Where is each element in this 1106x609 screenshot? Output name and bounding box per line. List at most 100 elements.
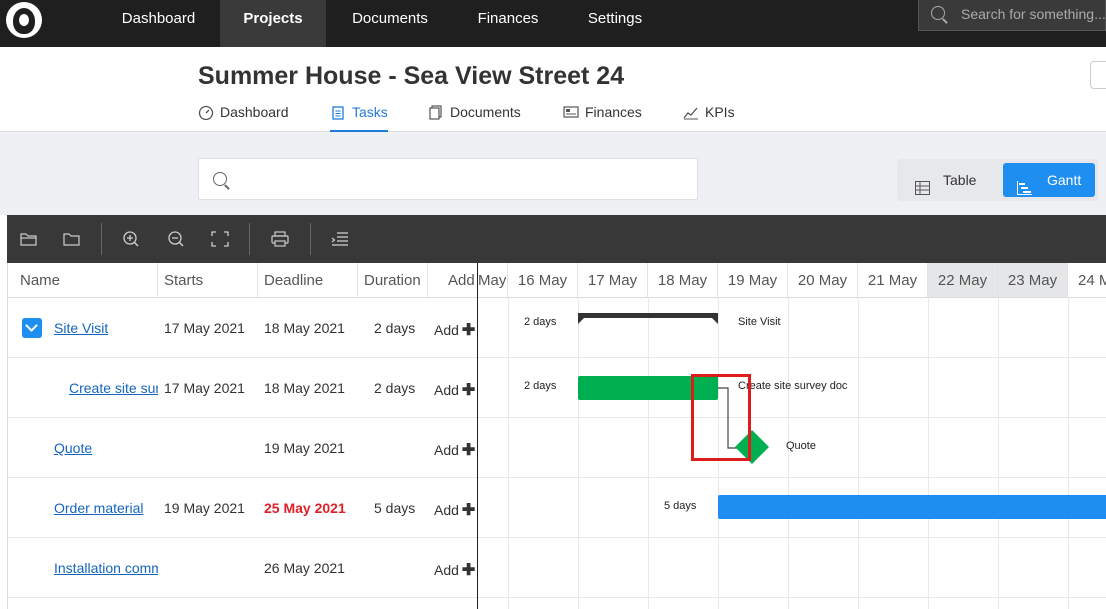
tab-dashboard[interactable]: Dashboard [198,104,289,132]
day-gridline [1068,298,1069,609]
task-start-date: 19 May 2021 [164,500,245,516]
project-header: Summer House - Sea View Street 24 Dashbo… [0,47,1106,132]
day-gridline [508,298,509,609]
expand-all-folder-icon[interactable] [20,231,38,247]
top-nav-bar: Dashboard Projects Documents Finances Se… [0,0,1106,47]
highlight-box [691,374,751,461]
task-name-link[interactable]: Quote [54,440,154,456]
gantt-toolbar [7,215,1106,263]
task-deadline-overdue: 25 May 2021 [264,500,346,516]
nav-documents[interactable]: Documents [330,0,450,47]
day-gridline [788,298,789,609]
task-duration: 2 days [374,320,416,336]
search-icon [213,172,227,186]
table-icon [915,173,930,195]
task-deadline: 26 May 2021 [264,560,345,576]
gantt-grid: Name Starts Deadline Duration Add May 16… [7,263,1106,609]
add-subtask-button[interactable]: Add ✚ [434,560,475,580]
page-title: Summer House - Sea View Street 24 [198,62,625,90]
header-action-button[interactable] [1090,61,1106,89]
nav-settings[interactable]: Settings [570,0,660,47]
row-divider [8,537,1106,538]
dashboard-gauge-icon [198,105,214,121]
day-gridline [858,298,859,609]
task-name-link[interactable]: Create site survey doc [69,380,158,396]
row-divider [8,597,1106,598]
date-header: 19 May [718,263,788,298]
zoom-in-icon[interactable] [122,231,140,247]
app-logo-icon[interactable] [6,2,42,38]
nav-dashboard[interactable]: Dashboard [100,0,217,47]
add-subtask-button[interactable]: Add ✚ [434,500,475,520]
date-header: 17 May [578,263,648,298]
date-header: 21 May [858,263,928,298]
milestone-label: Quote [786,440,816,452]
view-toggle: Table Gantt [897,159,1098,201]
date-header-weekend: 22 May [928,263,998,298]
global-search-box [918,0,1106,31]
task-start-date: 17 May 2021 [164,320,245,336]
table-view-label: Table [943,172,977,188]
task-deadline: 18 May 2021 [264,320,345,336]
filter-bar: Table Gantt [0,132,1106,215]
column-header-name[interactable]: Name [8,263,158,298]
tab-finances[interactable]: Finances [563,104,642,132]
toolbar-divider [310,223,311,255]
tab-documents[interactable]: Documents [428,104,521,132]
add-subtask-button[interactable]: Add ✚ [434,440,475,460]
gantt-view-button[interactable]: Gantt [1003,163,1095,197]
grid-chart-splitter[interactable] [477,263,478,609]
indent-icon[interactable] [331,231,349,247]
bar-duration-label: 5 days [664,500,697,512]
tab-kpis-label: KPIs [705,104,735,120]
collapse-all-folder-icon[interactable] [63,231,81,247]
task-name-link[interactable]: Order material [54,500,158,516]
nav-finances[interactable]: Finances [458,0,558,47]
task-deadline: 19 May 2021 [264,440,345,456]
column-header-add[interactable]: Add [428,263,478,298]
tab-documents-label: Documents [450,104,521,120]
zoom-out-icon[interactable] [167,231,185,247]
print-icon[interactable] [271,231,289,247]
row-divider [8,477,1106,478]
bar-duration-label: 2 days [524,380,557,392]
date-header-weekend: 23 May [998,263,1068,298]
date-header: 20 May [788,263,858,298]
task-duration: 2 days [374,380,416,396]
search-icon [931,6,945,20]
gantt-icon [1017,173,1032,195]
gantt-view-label: Gantt [1047,172,1082,188]
task-name-link[interactable]: Installation commencement [54,560,158,576]
kpi-chart-icon [683,105,699,120]
add-subtask-button[interactable]: Add ✚ [434,380,475,400]
task-name-link[interactable]: Site Visit [54,320,154,336]
column-header-starts[interactable]: Starts [158,263,258,298]
tab-kpis[interactable]: KPIs [683,104,735,132]
tab-tasks-label: Tasks [352,104,388,120]
tab-dashboard-label: Dashboard [220,104,289,120]
tab-tasks[interactable]: Tasks [330,104,388,132]
fit-screen-icon[interactable] [211,231,229,247]
nav-projects[interactable]: Projects [220,0,326,47]
day-gridline [578,298,579,609]
date-header: 18 May [648,263,718,298]
tab-finances-label: Finances [585,104,642,120]
row-collapse-toggle[interactable] [22,318,42,338]
date-header: 16 May [508,263,578,298]
global-search-input[interactable] [961,4,1105,24]
task-bar-order-material[interactable] [718,495,1106,519]
task-search-box[interactable] [198,158,698,200]
row-divider [8,417,1106,418]
toolbar-divider [249,223,250,255]
task-deadline: 18 May 2021 [264,380,345,396]
column-header-deadline[interactable]: Deadline [258,263,358,298]
summary-bar[interactable] [576,313,720,329]
add-subtask-button[interactable]: Add ✚ [434,320,475,340]
date-header: 24 May [1068,263,1106,298]
row-divider [8,357,1106,358]
date-header: May [478,263,508,298]
column-header-duration[interactable]: Duration [358,263,428,298]
documents-icon [428,105,444,120]
toolbar-divider [101,223,102,255]
table-view-button[interactable]: Table [907,163,997,197]
